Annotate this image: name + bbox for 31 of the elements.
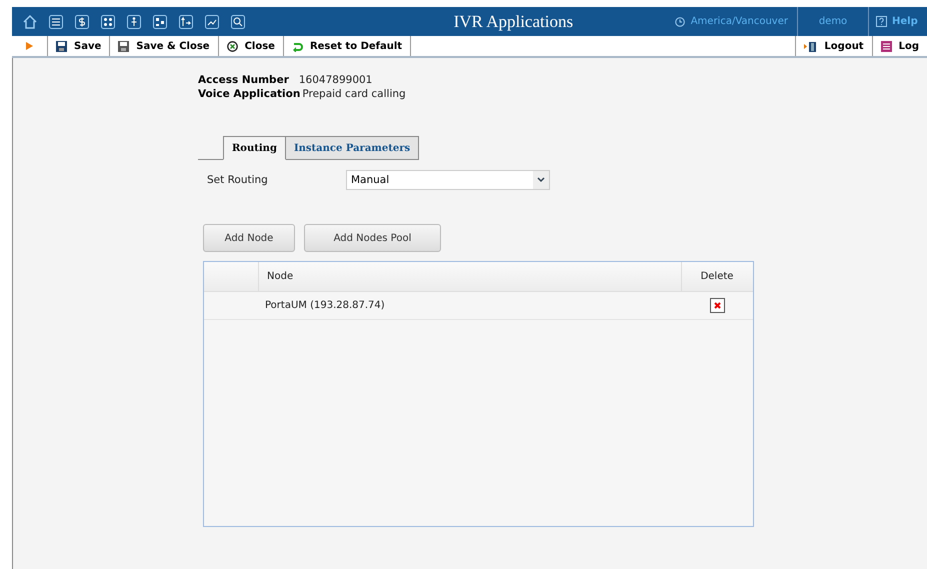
list-icon[interactable] [48, 14, 64, 30]
search-icon[interactable] [230, 14, 246, 30]
delete-icon[interactable] [710, 298, 724, 313]
curved-arrow-icon [292, 40, 303, 52]
column-header: Node [259, 262, 682, 291]
grid-icon[interactable] [100, 14, 116, 30]
add-pool-button[interactable]: Add Nodes Pool [304, 224, 441, 252]
arrows-icon[interactable] [178, 14, 194, 30]
person-icon[interactable] [126, 14, 142, 30]
window-title: IVR Applications [452, 12, 574, 32]
diagram-icon[interactable] [152, 14, 168, 30]
field-label: Access Number [198, 73, 289, 87]
field-label: Voice Application [198, 87, 300, 101]
routing-dropdown[interactable]: Manual [346, 170, 550, 190]
add-node-button[interactable]: Add Node [203, 224, 295, 252]
table-cell-text: PortaUM (193.28.87.74) [264, 300, 386, 311]
help-icon [876, 16, 887, 27]
field-label: Set Routing [207, 174, 269, 186]
chart-icon[interactable] [204, 14, 220, 30]
tab[interactable]: Routing [223, 136, 286, 160]
log-icon [880, 40, 892, 52]
home-icon[interactable] [22, 14, 38, 30]
column-header: Delete [700, 270, 734, 284]
field-value: 16047899001 [298, 73, 372, 87]
tab[interactable]: Instance Parameters [286, 136, 420, 160]
clock-icon [674, 16, 685, 26]
triangle-icon [26, 42, 33, 50]
close-icon [226, 40, 238, 52]
door-icon [804, 40, 818, 52]
dollar-icon[interactable] [74, 14, 90, 30]
field-value: Prepaid card calling [302, 87, 406, 101]
